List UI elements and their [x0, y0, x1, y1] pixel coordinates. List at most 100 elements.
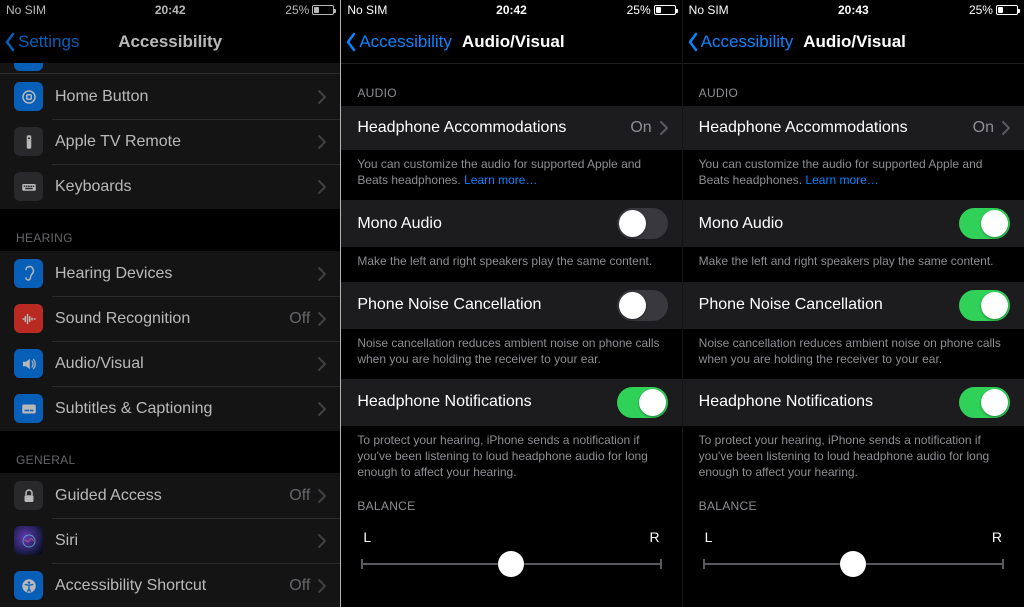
- chevron-left-icon: [4, 32, 16, 52]
- cell-subtitles[interactable]: Subtitles & Captioning: [0, 386, 340, 431]
- cell-home-button[interactable]: Home Button: [0, 74, 340, 119]
- cell-siri[interactable]: Siri: [0, 518, 340, 563]
- footer-mono: Make the left and right speakers play th…: [683, 247, 1024, 281]
- battery-icon: [312, 5, 334, 15]
- cell-label: Headphone Accommodations: [357, 119, 630, 137]
- toggle-phone-noise-cancellation[interactable]: [959, 290, 1010, 321]
- toggle-headphone-notifications[interactable]: [959, 387, 1010, 418]
- cell-phone-noise-cancellation[interactable]: Phone Noise Cancellation: [683, 282, 1024, 329]
- balance-slider[interactable]: [703, 551, 1004, 577]
- clock: 20:42: [86, 3, 254, 17]
- clock: 20:42: [427, 3, 595, 17]
- cell-guided-access[interactable]: Guided Access Off: [0, 473, 340, 518]
- ear-icon: [14, 259, 43, 288]
- footer-pnc: Noise cancellation reduces ambient noise…: [683, 329, 1024, 379]
- cell-value: On: [630, 119, 651, 137]
- cell-sound-recognition[interactable]: Sound Recognition Off: [0, 296, 340, 341]
- balance-slider[interactable]: [361, 551, 661, 577]
- balance-thumb[interactable]: [498, 551, 524, 577]
- footer-pnc: Noise cancellation reduces ambient noise…: [341, 329, 681, 379]
- battery-icon: [996, 5, 1018, 15]
- status-bar: No SIM 20:42 25%: [0, 0, 340, 20]
- cell-headphone-notifications[interactable]: Headphone Notifications: [683, 379, 1024, 426]
- balance-control: L R: [683, 519, 1024, 585]
- toggle-phone-noise-cancellation[interactable]: [617, 290, 668, 321]
- status-bar: No SIM 20:43 25%: [683, 0, 1024, 20]
- chevron-right-icon: [318, 489, 326, 503]
- battery-pct: 25%: [627, 3, 651, 17]
- cell-value: On: [973, 119, 994, 137]
- battery-icon: [654, 5, 676, 15]
- back-label: Settings: [18, 32, 79, 52]
- battery-status: 25%: [596, 3, 676, 17]
- cell-value: Off: [289, 310, 310, 328]
- cell-audio-visual[interactable]: Audio/Visual: [0, 341, 340, 386]
- back-button[interactable]: Accessibility: [345, 32, 452, 52]
- chevron-right-icon: [1002, 121, 1010, 135]
- cell-label: Headphone Notifications: [699, 393, 959, 411]
- cell-apple-tv-remote[interactable]: Apple TV Remote: [0, 119, 340, 164]
- cell-keyboards[interactable]: Keyboards: [0, 164, 340, 209]
- cell-label: Mono Audio: [699, 215, 959, 233]
- balance-left-label: L: [363, 529, 371, 545]
- learn-more-link[interactable]: Learn more…: [805, 173, 878, 187]
- back-button[interactable]: Accessibility: [687, 32, 794, 52]
- cell-label: Guided Access: [55, 487, 289, 505]
- keyboards-icon: [14, 172, 43, 201]
- carrier-label: No SIM: [689, 3, 769, 17]
- carrier-label: No SIM: [6, 3, 86, 17]
- balance-right-label: R: [650, 529, 660, 545]
- cell-headphone-accommodations[interactable]: Headphone Accommodations On: [683, 106, 1024, 150]
- cell-label: Phone Noise Cancellation: [699, 296, 959, 314]
- siri-icon: [14, 526, 43, 555]
- partial-cell-top: [0, 64, 340, 74]
- footer-mono: Make the left and right speakers play th…: [341, 247, 681, 281]
- chevron-right-icon: [318, 90, 326, 104]
- cell-label: Subtitles & Captioning: [55, 400, 318, 418]
- chevron-right-icon: [318, 579, 326, 593]
- cell-label: Home Button: [55, 88, 318, 106]
- battery-pct: 25%: [969, 3, 993, 17]
- chevron-right-icon: [318, 267, 326, 281]
- apple-tv-remote-icon: [14, 127, 43, 156]
- list-group-physical: Home Button Apple TV Remote Keyboards: [0, 74, 340, 209]
- chevron-right-icon: [318, 135, 326, 149]
- cell-headphone-accommodations[interactable]: Headphone Accommodations On: [341, 106, 681, 150]
- battery-status: 25%: [254, 3, 334, 17]
- list-group-general: Guided Access Off Siri Accessibility Sho…: [0, 473, 340, 607]
- balance-thumb[interactable]: [840, 551, 866, 577]
- cell-label: Keyboards: [55, 178, 318, 196]
- back-button[interactable]: Settings: [4, 32, 79, 52]
- cell-label: Apple TV Remote: [55, 133, 318, 151]
- section-header-balance: BALANCE: [683, 493, 1024, 519]
- cell-headphone-notifications[interactable]: Headphone Notifications: [341, 379, 681, 426]
- cell-phone-noise-cancellation[interactable]: Phone Noise Cancellation: [341, 282, 681, 329]
- chevron-right-icon: [318, 180, 326, 194]
- toggle-mono-audio[interactable]: [617, 208, 668, 239]
- learn-more-link[interactable]: Learn more…: [464, 173, 537, 187]
- waveform-icon: [14, 304, 43, 333]
- chevron-left-icon: [345, 32, 357, 52]
- cell-label: Accessibility Shortcut: [55, 577, 289, 595]
- cell-label: Mono Audio: [357, 215, 616, 233]
- toggle-mono-audio[interactable]: [959, 208, 1010, 239]
- balance-right-label: R: [992, 529, 1002, 545]
- list-group-hearing: Hearing Devices Sound Recognition Off Au…: [0, 251, 340, 431]
- cell-accessibility-shortcut[interactable]: Accessibility Shortcut Off: [0, 563, 340, 607]
- battery-pct: 25%: [285, 3, 309, 17]
- clock: 20:43: [769, 3, 938, 17]
- home-button-icon: [14, 82, 43, 111]
- toggle-headphone-notifications[interactable]: [617, 387, 668, 418]
- chevron-right-icon: [318, 534, 326, 548]
- cell-label: Hearing Devices: [55, 265, 318, 283]
- page-title: Audio/Visual: [462, 32, 565, 52]
- footer-headphone-accom: You can customize the audio for supporte…: [683, 150, 1024, 200]
- section-header-general: GENERAL: [0, 431, 340, 473]
- cell-value: Off: [289, 487, 310, 505]
- accessibility-icon: [14, 571, 43, 600]
- section-header-audio: AUDIO: [341, 64, 681, 106]
- cell-mono-audio[interactable]: Mono Audio: [341, 200, 681, 247]
- cell-hearing-devices[interactable]: Hearing Devices: [0, 251, 340, 296]
- balance-left-label: L: [705, 529, 713, 545]
- cell-mono-audio[interactable]: Mono Audio: [683, 200, 1024, 247]
